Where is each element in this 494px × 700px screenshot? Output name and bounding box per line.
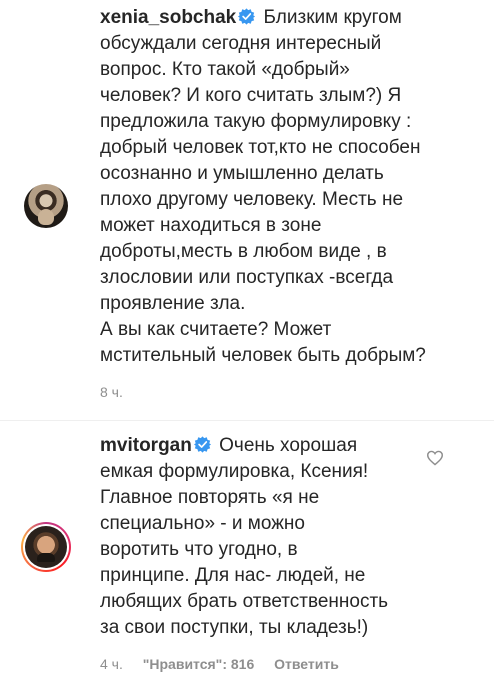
avatar-xenia-sobchak[interactable]: [24, 184, 68, 228]
caption-text: Близким кругом обсуждали сегодня интерес…: [100, 7, 426, 366]
reply-username[interactable]: mvitorgan: [100, 435, 192, 456]
reply-comment: mvitorgan Очень хорошая емкая формулиров…: [100, 433, 420, 641]
reply-button[interactable]: Ответить: [274, 656, 339, 672]
comment-thread: xenia_sobchak Близким кругом обсуждали с…: [0, 0, 494, 700]
caption-comment: xenia_sobchak Близким кругом обсуждали с…: [100, 5, 430, 369]
caption-username[interactable]: xenia_sobchak: [100, 7, 236, 28]
reply-time: 4 ч.: [100, 656, 123, 672]
likes-count[interactable]: "Нравится": 816: [143, 656, 254, 672]
divider: [0, 420, 494, 421]
verified-badge-icon: [193, 436, 211, 453]
reply-meta: 4 ч. "Нравится": 816 Ответить: [100, 656, 355, 672]
verified-badge-icon: [238, 8, 256, 25]
caption-meta: 8 ч.: [100, 384, 139, 400]
heart-outline-icon[interactable]: [426, 450, 444, 466]
avatar-mvitorgan[interactable]: [25, 526, 67, 568]
reply-text: Очень хорошая емкая формулировка, Ксения…: [100, 435, 389, 638]
caption-time: 8 ч.: [100, 384, 123, 400]
